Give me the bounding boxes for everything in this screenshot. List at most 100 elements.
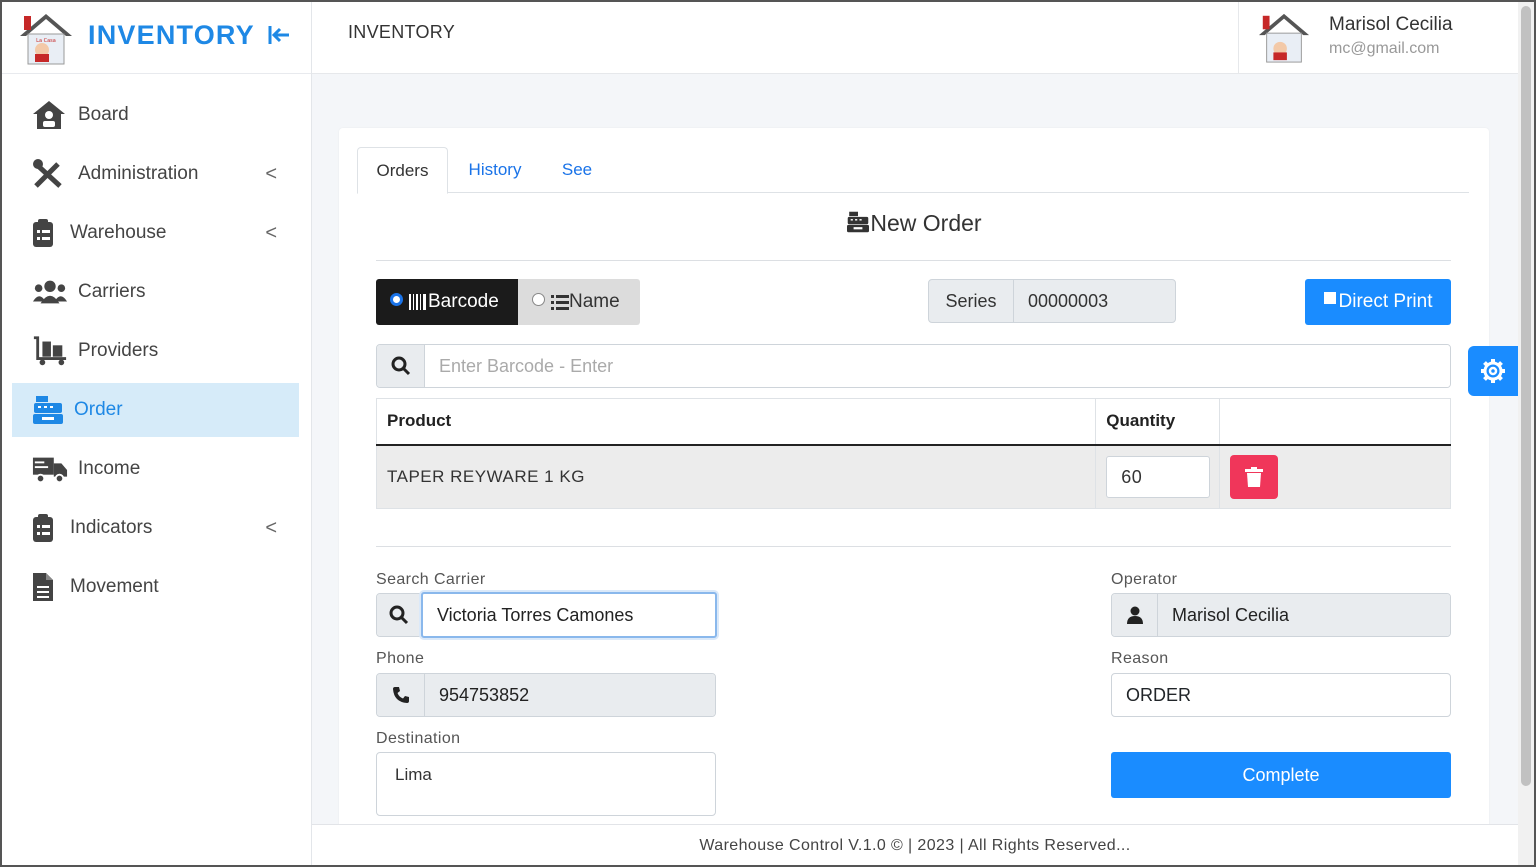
mode-barcode-radio[interactable]: Barcode: [376, 279, 518, 325]
quantity-input[interactable]: 60: [1106, 455, 1211, 498]
chevron-left-icon: <: [265, 517, 277, 539]
tab-history[interactable]: History: [455, 147, 535, 193]
sidebar-item-movement[interactable]: Movement: [12, 560, 299, 614]
tools-icon: [32, 158, 68, 190]
phone-icon: [377, 674, 425, 716]
form-title: New Order: [339, 210, 1489, 237]
divider: [376, 546, 1451, 547]
collapse-sidebar-icon[interactable]: [266, 22, 292, 48]
search-icon: [377, 594, 421, 636]
table-header-row: Product Quantity: [375, 398, 1451, 446]
list-icon: [551, 295, 569, 310]
sidebar-item-providers[interactable]: Providers: [12, 324, 299, 378]
brand-title: INVENTORY: [88, 20, 255, 50]
dolly-icon: [32, 335, 68, 367]
chevron-left-icon: <: [265, 222, 277, 244]
form-title-text: New Order: [870, 210, 982, 236]
user-icon: [1112, 594, 1158, 636]
radio-dot: [390, 292, 403, 306]
sidebar-item-indicators[interactable]: Indicators <: [12, 501, 299, 555]
sidebar-nav: Board Administration < Warehouse < Carri…: [2, 88, 311, 614]
settings-button[interactable]: [1468, 346, 1518, 396]
sidebar-item-label: Movement: [70, 576, 159, 597]
column-header-product: Product: [375, 398, 1097, 446]
search-mode-toggle: Barcode Name: [376, 279, 640, 325]
sidebar-item-administration[interactable]: Administration <: [12, 147, 299, 201]
sidebar-item-label: Income: [78, 458, 141, 479]
scrollbar[interactable]: [1518, 2, 1534, 865]
mode-name-radio[interactable]: Name: [518, 279, 640, 325]
user-email: mc@gmail.com: [1329, 40, 1440, 57]
truck-icon: [32, 453, 68, 485]
destination-textarea[interactable]: Lima: [376, 752, 716, 816]
column-header-quantity: Quantity: [1095, 398, 1221, 446]
search-carrier-label: Search Carrier: [376, 571, 486, 588]
order-card: Orders History See New Order Barcode Nam…: [339, 128, 1489, 828]
trash-icon: [1245, 466, 1264, 487]
cash-register-icon: [32, 394, 68, 426]
tab-see[interactable]: See: [547, 147, 607, 193]
checkbox-square-icon: [1323, 292, 1336, 304]
sidebar-item-order[interactable]: Order: [12, 383, 299, 437]
products-table: Product Quantity TAPER REYWARE 1 KG 60: [375, 398, 1451, 509]
users-icon: [32, 276, 68, 308]
phone-field: 954753852: [376, 673, 716, 717]
radio-dot: [532, 292, 545, 306]
user-name: Marisol Cecilia: [1329, 14, 1453, 35]
page-title: INVENTORY: [348, 22, 456, 42]
phone-value[interactable]: 954753852: [425, 674, 715, 716]
sidebar-item-label: Board: [78, 104, 129, 125]
direct-print-button[interactable]: Direct Print: [1305, 279, 1451, 325]
product-cell: TAPER REYWARE 1 KG: [375, 444, 1097, 509]
file-icon: [32, 571, 56, 603]
reason-input[interactable]: ORDER: [1111, 673, 1451, 717]
delete-row-button[interactable]: [1230, 454, 1279, 499]
sidebar-item-board[interactable]: Board: [12, 88, 299, 142]
tab-orders[interactable]: Orders: [357, 147, 448, 194]
divider: [376, 260, 1451, 261]
sidebar: La Casa INVENTORY Board Administration <: [2, 2, 312, 865]
scrollbar-thumb[interactable]: [1521, 6, 1531, 786]
series-field: Series 00000003: [928, 279, 1176, 323]
house-logo-icon: La Casa: [20, 14, 72, 65]
mode-name-label: Name: [569, 291, 620, 312]
clipboard-icon: [32, 217, 56, 249]
home-icon: [32, 99, 68, 131]
cash-register-icon: [847, 211, 870, 233]
footer: Warehouse Control V.1.0 © | 2023 | All R…: [312, 824, 1518, 865]
sidebar-item-warehouse[interactable]: Warehouse <: [12, 206, 299, 260]
sidebar-item-carriers[interactable]: Carriers: [12, 265, 299, 319]
sidebar-item-label: Warehouse: [70, 222, 167, 243]
barcode-icon: [409, 294, 426, 310]
gear-icon: [1481, 359, 1505, 383]
operator-label: Operator: [1111, 571, 1178, 588]
top-header: INVENTORY Marisol Cecilia mc@gmail.com: [312, 2, 1518, 74]
sidebar-item-label: Providers: [78, 340, 159, 361]
svg-text:La Casa: La Casa: [36, 38, 56, 44]
user-menu[interactable]: Marisol Cecilia mc@gmail.com: [1238, 2, 1518, 74]
actions-cell: [1219, 444, 1451, 509]
sidebar-item-label: Administration: [78, 163, 199, 184]
complete-button[interactable]: Complete: [1111, 752, 1451, 798]
table-row: TAPER REYWARE 1 KG 60: [375, 444, 1451, 509]
phone-label: Phone: [376, 650, 425, 667]
destination-label: Destination: [376, 730, 461, 747]
brand: La Casa INVENTORY: [2, 2, 311, 74]
sidebar-item-label: Order: [74, 399, 123, 420]
mode-barcode-label: Barcode: [428, 291, 499, 312]
clipboard-icon: [32, 512, 56, 544]
carrier-search-addon: [376, 593, 422, 637]
barcode-input[interactable]: [425, 345, 1450, 387]
sidebar-item-income[interactable]: Income: [12, 442, 299, 496]
barcode-search-group: [376, 344, 1451, 388]
sidebar-item-label: Carriers: [78, 281, 146, 302]
operator-value: Marisol Cecilia: [1158, 594, 1450, 636]
series-value: 00000003: [1028, 291, 1109, 311]
reason-label: Reason: [1111, 650, 1169, 667]
column-header-actions: [1219, 398, 1451, 446]
carrier-search-input[interactable]: Victoria Torres Camones: [421, 592, 717, 638]
search-icon: [377, 345, 425, 387]
chevron-left-icon: <: [265, 163, 277, 185]
avatar: [1258, 13, 1310, 63]
tab-bar: Orders History See: [357, 147, 1469, 194]
